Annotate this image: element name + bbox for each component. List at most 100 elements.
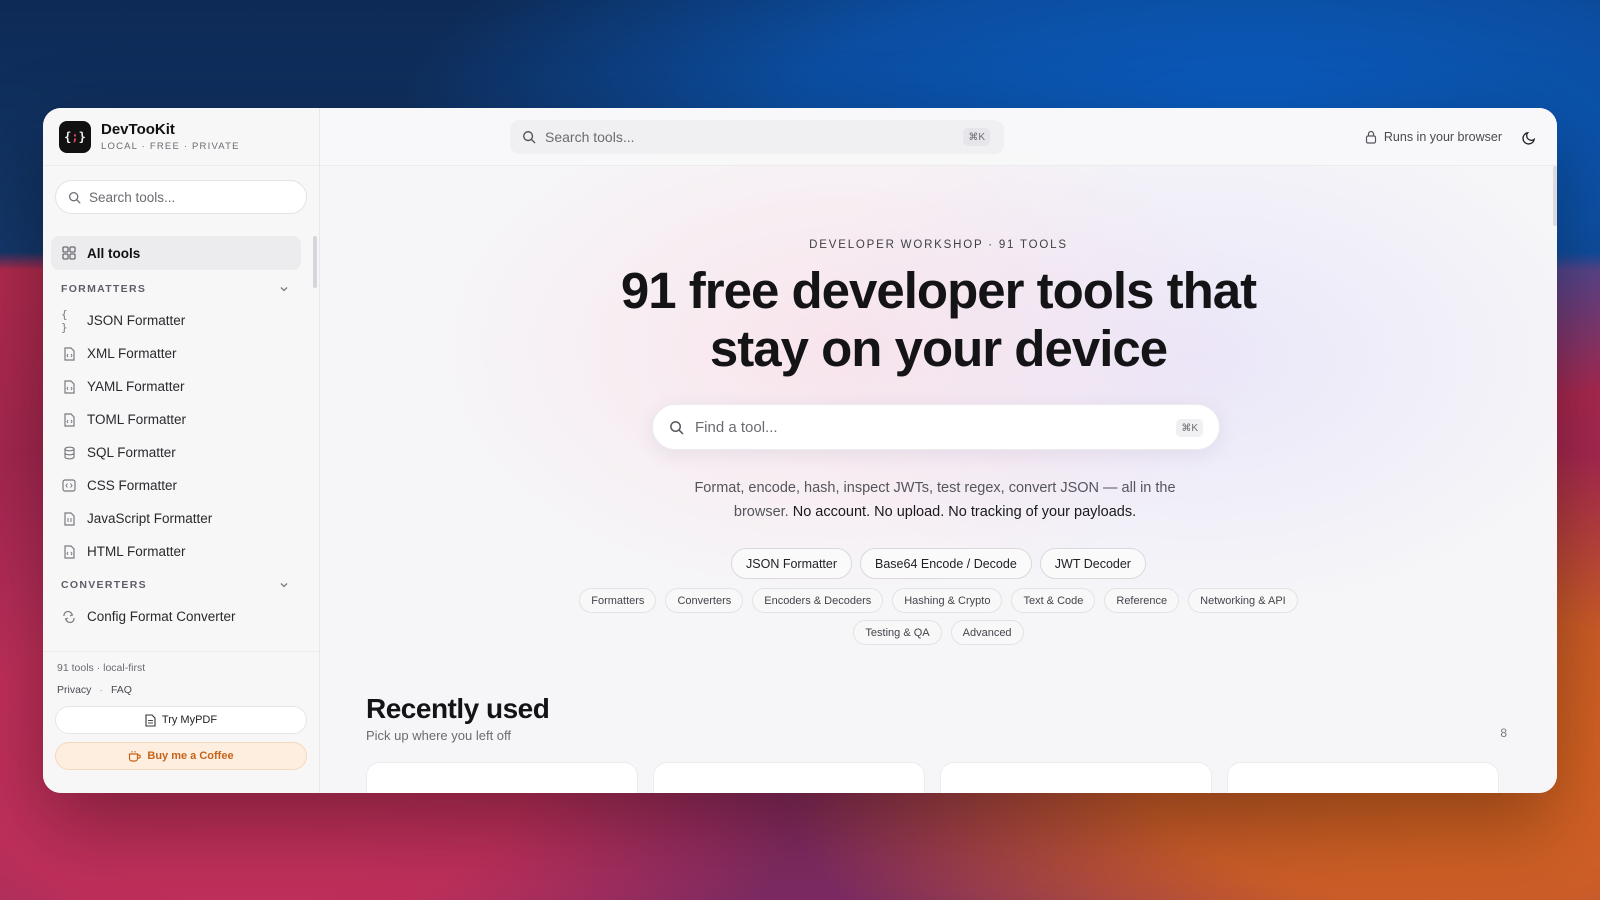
grid-icon — [61, 245, 77, 261]
braces-icon: { } — [61, 307, 68, 334]
sidebar-item-label: Config Format Converter — [87, 609, 236, 624]
faq-link[interactable]: FAQ — [111, 684, 132, 696]
chevron-down-icon[interactable] — [279, 580, 289, 590]
file-code-icon — [61, 544, 77, 560]
search-icon — [669, 420, 684, 435]
search-icon — [68, 191, 81, 204]
runs-label: Runs in your browser — [1383, 130, 1502, 144]
chevron-down-icon[interactable] — [279, 284, 289, 294]
moon-icon[interactable] — [1522, 130, 1537, 145]
shortcut-badge: ⌘K — [963, 128, 990, 146]
sidebar-nav[interactable]: All tools FORMATTERS { } JSON Formatter … — [43, 224, 319, 651]
featured-chip-jwt-decoder[interactable]: JWT Decoder — [1039, 548, 1146, 579]
sidebar-item-all-tools[interactable]: All tools — [51, 236, 301, 270]
sidebar-item-sql-formatter[interactable]: SQL Formatter — [51, 436, 301, 469]
sidebar-item-html-formatter[interactable]: HTML Formatter — [51, 535, 301, 568]
top-search-placeholder: Search tools... — [545, 129, 635, 145]
sidebar: {;} DevTooKit LOCAL · FREE · PRIVATE Sea… — [43, 108, 320, 793]
featured-chip-base64[interactable]: Base64 Encode / Decode — [860, 548, 1032, 579]
top-search-input[interactable]: Search tools... ⌘K — [510, 120, 1004, 154]
brand-tagline: LOCAL · FREE · PRIVATE — [101, 141, 240, 152]
recent-tool-card[interactable] — [1227, 762, 1499, 793]
category-chip-converters[interactable]: Converters — [665, 588, 744, 613]
hero-eyebrow: DEVELOPER WORKSHOP · 91 TOOLS — [809, 239, 1068, 251]
sidebar-item-toml-formatter[interactable]: TOML Formatter — [51, 403, 301, 436]
sidebar-item-label: TOML Formatter — [87, 412, 187, 427]
document-icon — [145, 713, 156, 727]
headline-line-1: 91 free developer tools that — [620, 262, 1257, 319]
file-code-icon — [61, 346, 77, 362]
category-chip-networking-api[interactable]: Networking & API — [1188, 588, 1298, 613]
recent-tool-card[interactable] — [366, 762, 638, 793]
sidebar-search-input[interactable]: Search tools... — [55, 180, 307, 214]
category-chip-text-code[interactable]: Text & Code — [1011, 588, 1096, 613]
section-title: CONVERTERS — [61, 579, 147, 591]
featured-tools: JSON Formatter Base64 Encode / Decode JW… — [320, 548, 1557, 579]
recent-tool-card[interactable] — [653, 762, 925, 793]
find-tool-input[interactable]: Find a tool... ⌘K — [652, 404, 1220, 450]
sidebar-item-label: All tools — [87, 245, 141, 261]
sidebar-item-label: XML Formatter — [87, 346, 177, 361]
sidebar-item-label: JavaScript Formatter — [87, 511, 213, 526]
database-icon — [61, 445, 77, 461]
sidebar-search-placeholder: Search tools... — [89, 189, 176, 205]
category-chip-formatters[interactable]: Formatters — [579, 588, 657, 613]
category-chips-row-2: Testing & QA Advanced — [320, 620, 1557, 645]
button-label: Buy me a Coffee — [147, 750, 234, 762]
category-chip-advanced[interactable]: Advanced — [950, 620, 1024, 645]
buy-me-a-coffee-button[interactable]: Buy me a Coffee — [55, 742, 307, 770]
app-window: {;} DevTooKit LOCAL · FREE · PRIVATE Sea… — [43, 108, 1557, 793]
recently-used-subtitle: Pick up where you left off — [366, 728, 512, 743]
file-code-icon — [61, 412, 77, 428]
hero-description: Format, encode, hash, inspect JWTs, test… — [670, 476, 1200, 524]
privacy-link[interactable]: Privacy — [57, 684, 91, 696]
sidebar-item-label: JSON Formatter — [87, 313, 186, 328]
sidebar-item-yaml-formatter[interactable]: YAML Formatter — [51, 370, 301, 403]
brand-name: DevTooKit — [101, 121, 175, 138]
recently-used-count: 8 — [1500, 726, 1507, 740]
search-icon — [522, 130, 536, 144]
sidebar-item-label: YAML Formatter — [87, 379, 185, 394]
category-chip-hashing-crypto[interactable]: Hashing & Crypto — [892, 588, 1003, 613]
try-mypdf-button[interactable]: Try MyPDF — [55, 706, 307, 734]
category-chip-reference[interactable]: Reference — [1104, 588, 1180, 613]
section-formatters-header[interactable]: FORMATTERS — [51, 274, 311, 304]
file-code-icon — [61, 379, 77, 395]
featured-chip-json-formatter[interactable]: JSON Formatter — [731, 548, 853, 579]
code-box-icon — [61, 478, 77, 494]
section-title: FORMATTERS — [61, 283, 147, 295]
category-chip-testing-qa[interactable]: Testing & QA — [853, 620, 942, 645]
sidebar-item-label: SQL Formatter — [87, 445, 176, 460]
runs-in-browser-indicator: Runs in your browser — [1365, 130, 1502, 144]
footer-links: Privacy · FAQ — [55, 684, 307, 696]
sidebar-item-xml-formatter[interactable]: XML Formatter — [51, 337, 301, 370]
main-scrollbar[interactable] — [1553, 166, 1557, 226]
shortcut-badge: ⌘K — [1176, 419, 1203, 437]
brand[interactable]: {;} DevTooKit LOCAL · FREE · PRIVATE — [43, 108, 319, 166]
sidebar-scrollbar[interactable] — [313, 236, 317, 288]
recent-tool-card[interactable] — [940, 762, 1212, 793]
top-bar: Search tools... ⌘K Runs in your browser — [320, 108, 1557, 166]
file-code-icon — [61, 511, 77, 527]
description-strong: No account. No upload. No tracking of yo… — [792, 504, 1137, 520]
section-converters-header[interactable]: CONVERTERS — [51, 570, 311, 600]
convert-arrows-icon — [61, 609, 77, 625]
button-label: Try MyPDF — [161, 714, 218, 726]
coffee-cup-icon — [128, 750, 142, 762]
sidebar-item-javascript-formatter[interactable]: JavaScript Formatter — [51, 502, 301, 535]
tools-count-meta: 91 tools · local-first — [57, 662, 146, 674]
main-content: Search tools... ⌘K Runs in your browser … — [320, 108, 1557, 793]
top-right-controls: Runs in your browser — [1365, 108, 1537, 166]
category-chips: Formatters Converters Encoders & Decoder… — [320, 588, 1557, 613]
find-tool-placeholder: Find a tool... — [695, 418, 778, 436]
sidebar-item-css-formatter[interactable]: CSS Formatter — [51, 469, 301, 502]
recently-used-title: Recently used — [366, 693, 550, 724]
sidebar-item-config-format-converter[interactable]: Config Format Converter — [51, 600, 301, 633]
sidebar-item-label: CSS Formatter — [87, 478, 178, 493]
sidebar-footer: 91 tools · local-first Privacy · FAQ Try… — [43, 651, 319, 793]
headline-line-2: stay on your device — [709, 320, 1168, 377]
lock-icon — [1365, 130, 1377, 144]
category-chip-encoders-decoders[interactable]: Encoders & Decoders — [752, 588, 884, 613]
sidebar-item-json-formatter[interactable]: { } JSON Formatter — [51, 304, 301, 337]
hero-headline: 91 free developer tools that stay on you… — [320, 262, 1557, 378]
